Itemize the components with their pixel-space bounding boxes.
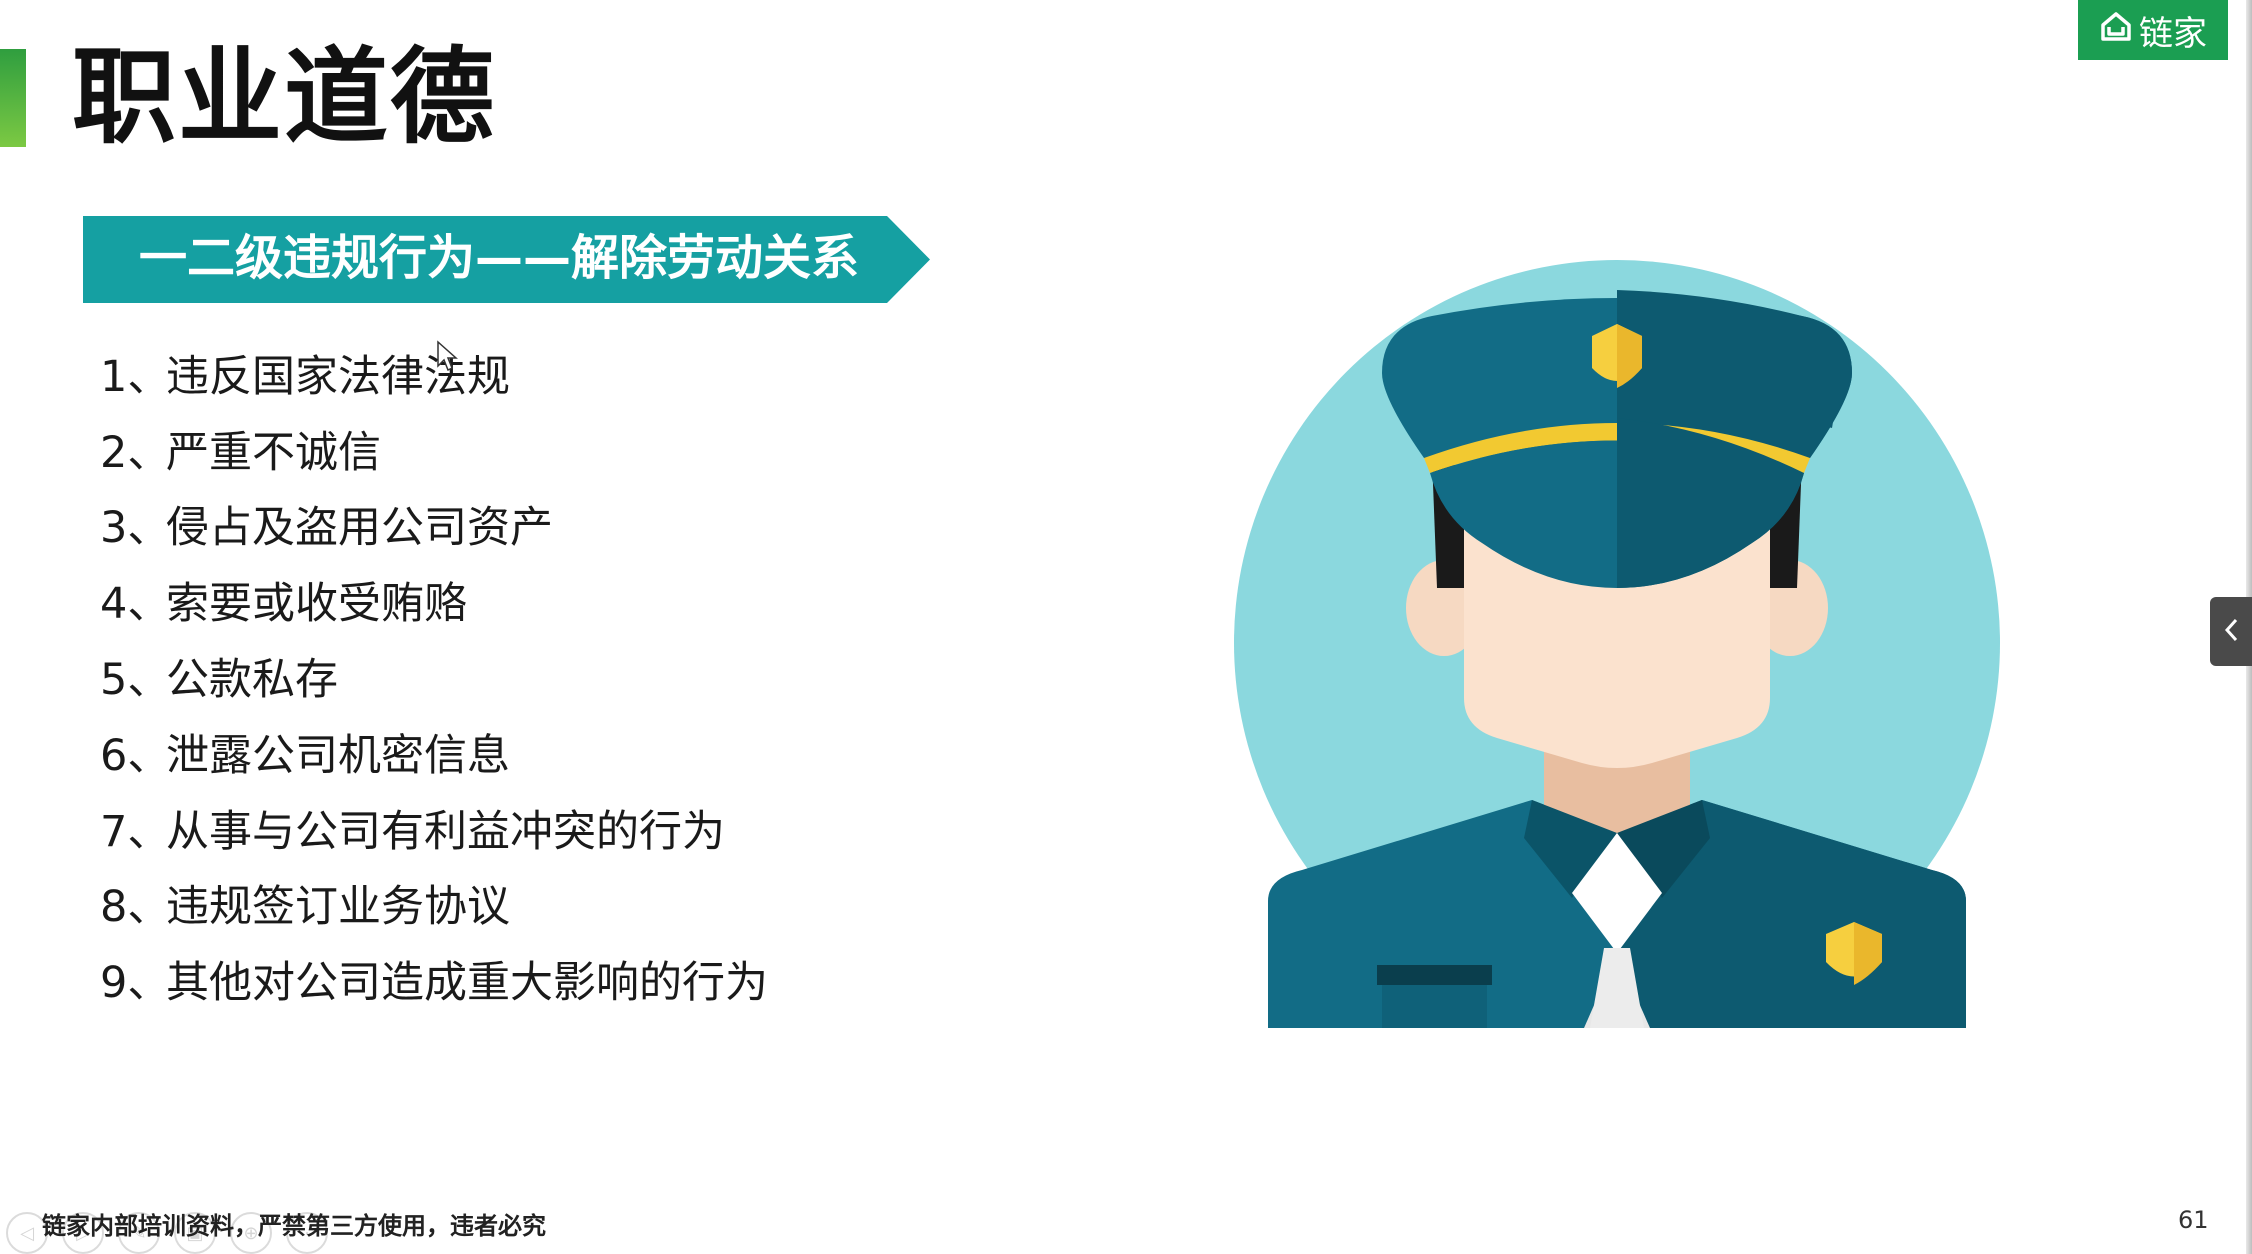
item-number: 2、: [100, 427, 171, 478]
item-text: 公款私存: [166, 655, 338, 706]
item-number: 4、: [100, 579, 171, 630]
item-number: 6、: [100, 730, 171, 781]
item-text: 泄露公司机密信息: [166, 730, 510, 781]
item-text: 其他对公司造成重大影响的行为: [166, 958, 768, 1009]
list-item: 6、 泄露公司机密信息: [100, 714, 768, 790]
brand-logo: 链家: [2078, 0, 2228, 60]
footer-disclaimer: 链家内部培训资料，严禁第三方使用，违者必究: [42, 1212, 546, 1240]
previous-icon: ◁: [20, 1222, 34, 1244]
mouse-cursor-icon: [437, 340, 458, 372]
section-banner: 一二级违规行为——解除劳动关系: [83, 216, 930, 303]
item-number: 1、: [100, 351, 171, 402]
list-item: 5、 公款私存: [100, 638, 768, 714]
page-number: 61: [2178, 1206, 2209, 1234]
list-item: 3、 侵占及盗用公司资产: [100, 487, 768, 563]
item-text: 违反国家法律法规: [166, 351, 510, 402]
logo-text: 链家: [2139, 13, 2207, 54]
list-item: 1、 违反国家法律法规: [100, 335, 768, 411]
side-panel-toggle[interactable]: [2210, 597, 2252, 666]
chevron-left-icon: [2223, 617, 2239, 647]
house-icon: [2099, 9, 2133, 52]
list-item: 7、 从事与公司有利益冲突的行为: [100, 790, 768, 866]
item-text: 索要或收受贿赂: [166, 579, 467, 630]
item-text: 违规签订业务协议: [166, 882, 510, 933]
police-officer-illustration: [1234, 260, 2000, 1028]
item-number: 5、: [100, 655, 171, 706]
item-text: 侵占及盗用公司资产: [166, 503, 553, 554]
banner-text: 一二级违规行为——解除劳动关系: [139, 230, 860, 286]
list-item: 4、 索要或收受贿赂: [100, 562, 768, 638]
item-number: 7、: [100, 806, 171, 857]
page-title: 职业道德: [72, 36, 497, 158]
item-number: 9、: [100, 958, 171, 1009]
list-item: 9、 其他对公司造成重大影响的行为: [100, 941, 768, 1017]
list-item: 8、 违规签订业务协议: [100, 866, 768, 942]
item-text: 严重不诚信: [166, 427, 381, 478]
title-accent-bar: [0, 49, 26, 147]
violation-list: 1、 违反国家法律法规 2、 严重不诚信 3、 侵占及盗用公司资产 4、 索要或收受贿赂…: [100, 335, 768, 1017]
item-number: 3、: [100, 503, 171, 554]
list-item: 2、 严重不诚信: [100, 411, 768, 487]
item-number: 8、: [100, 882, 171, 933]
item-text: 从事与公司有利益冲突的行为: [166, 806, 725, 857]
